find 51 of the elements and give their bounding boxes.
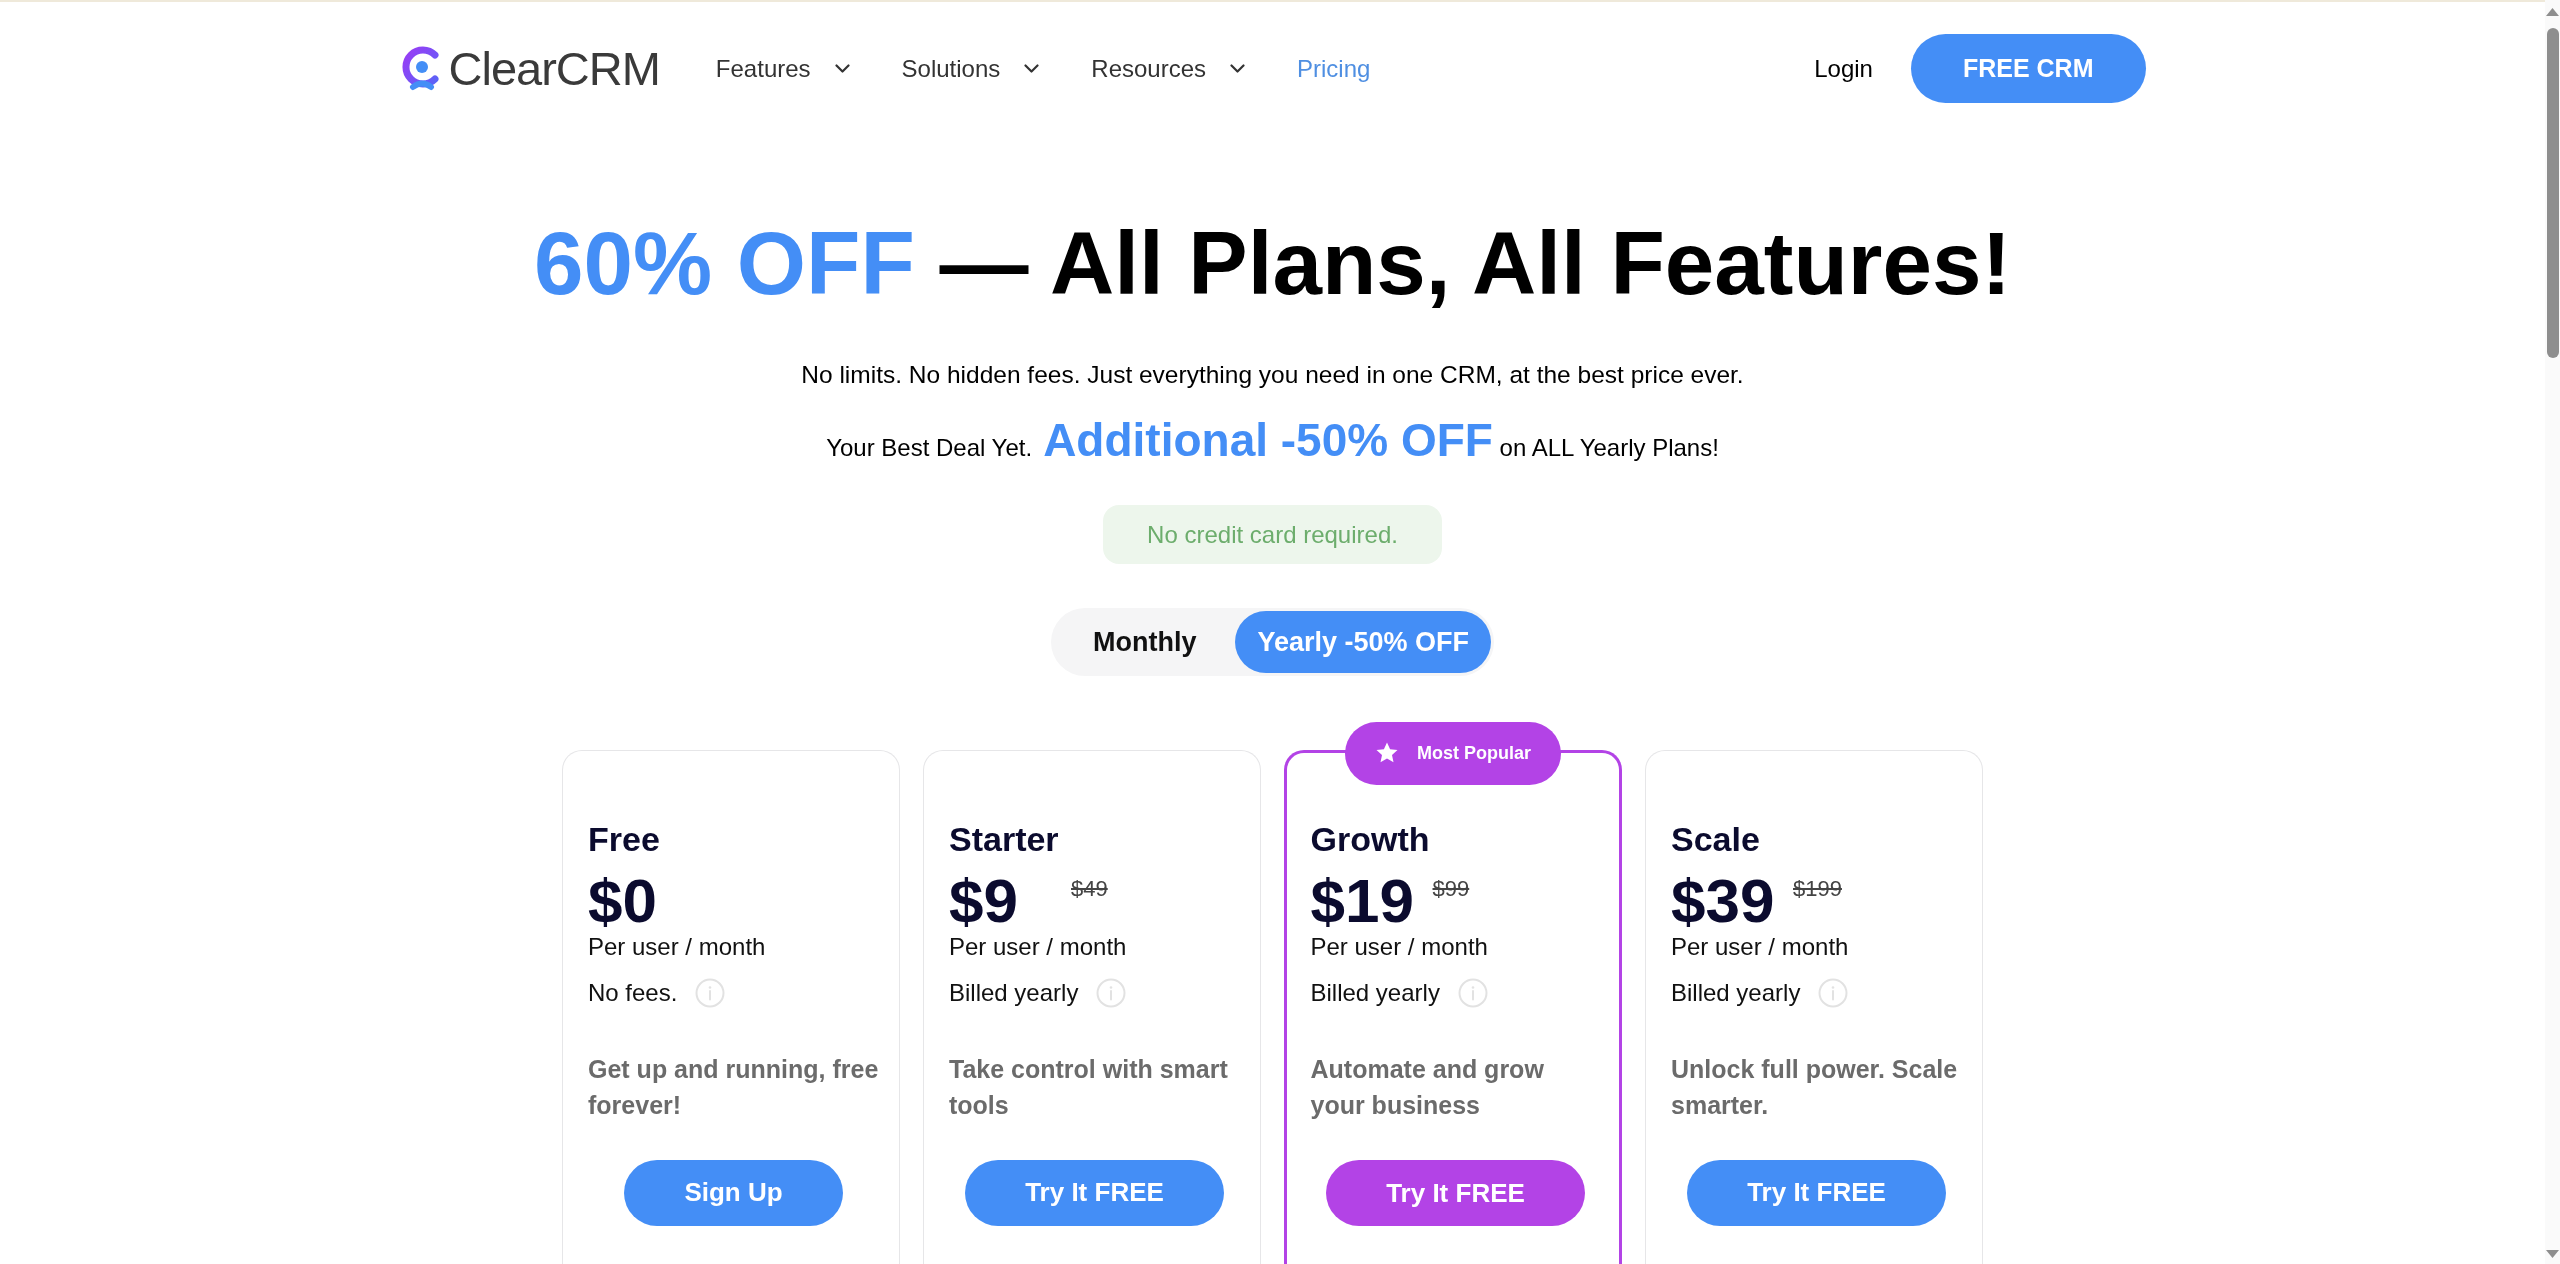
plan-name: Growth (1310, 819, 1431, 861)
nav-link[interactable]: Resources (1091, 50, 1246, 87)
plan-price: $9 (949, 869, 1019, 932)
info-icon[interactable] (1818, 977, 1849, 1008)
plan-description: Automate and grow your business (1310, 1054, 1545, 1122)
chevron-down-icon (1230, 64, 1246, 73)
billing-tab[interactable]: Monthly (1053, 610, 1236, 673)
hero-subtitle: No limits. No hidden fees. Just everything you need in one CRM, at the best price ever. (800, 359, 1745, 390)
price-period: Per user / month (588, 931, 767, 962)
login-link[interactable]: Login (1814, 50, 1873, 87)
billing-note: Billed yearly (949, 977, 1079, 1008)
info-icon[interactable] (1096, 977, 1127, 1008)
nav-link[interactable]: Features (715, 50, 850, 87)
plan-price: $0 (588, 869, 658, 932)
plan-description: Unlock full power. Scale smarter. (1671, 1053, 1959, 1121)
scrollbar-thumb[interactable] (2547, 28, 2559, 358)
hero-heading: 60% OFF — All Plans, All Features! (532, 212, 2013, 315)
credit-card-note: No credit card required. (1103, 504, 1442, 564)
plan-button[interactable]: Try It FREE (1326, 1160, 1585, 1227)
up-triangle-icon[interactable] (2546, 8, 2559, 16)
plan-button[interactable]: Try It FREE (1687, 1159, 1946, 1226)
chevron-down-icon (834, 64, 850, 73)
plan-name: Free (588, 818, 661, 860)
original-price: $49 (1071, 875, 1108, 902)
plan-name: Scale (1671, 818, 1761, 860)
logo-link[interactable]: ClearCRM (399, 44, 660, 93)
badge-label: Most Popular (1417, 741, 1531, 765)
plan-description: Get up and running, free forever! (588, 1053, 879, 1121)
original-price: $199 (1793, 875, 1842, 902)
billing-note: Billed yearly (1310, 978, 1440, 1009)
original-price: $99 (1432, 876, 1470, 903)
deal-text: Your Best Deal Yet. Additional -50% OFF on ALL Yearly Plans! (825, 412, 1720, 468)
chevron-down-icon (1024, 64, 1040, 73)
price-period: Per user / month (949, 931, 1128, 962)
plan-price: $19 (1310, 870, 1415, 933)
billing-tab[interactable]: Yearly -50% OFF (1235, 610, 1492, 673)
plan-button[interactable]: Try It FREE (965, 1159, 1224, 1226)
price-period: Per user / month (1671, 931, 1850, 962)
plan-description: Take control with smart tools (949, 1053, 1229, 1121)
nav-link[interactable]: Pricing (1297, 50, 1371, 87)
down-triangle-icon[interactable] (2546, 1250, 2559, 1258)
price-period: Per user / month (1310, 932, 1489, 963)
info-icon[interactable] (695, 977, 726, 1008)
nav-link[interactable]: Solutions (901, 50, 1040, 87)
header-cta-button[interactable]: FREE CRM (1910, 34, 2146, 103)
plan-name: Starter (949, 818, 1060, 860)
billing-note: No fees. (588, 977, 678, 1008)
billing-note: Billed yearly (1671, 977, 1801, 1008)
plan-button[interactable]: Sign Up (624, 1159, 843, 1226)
info-icon[interactable] (1457, 978, 1488, 1009)
plan-price: $39 (1671, 869, 1775, 932)
